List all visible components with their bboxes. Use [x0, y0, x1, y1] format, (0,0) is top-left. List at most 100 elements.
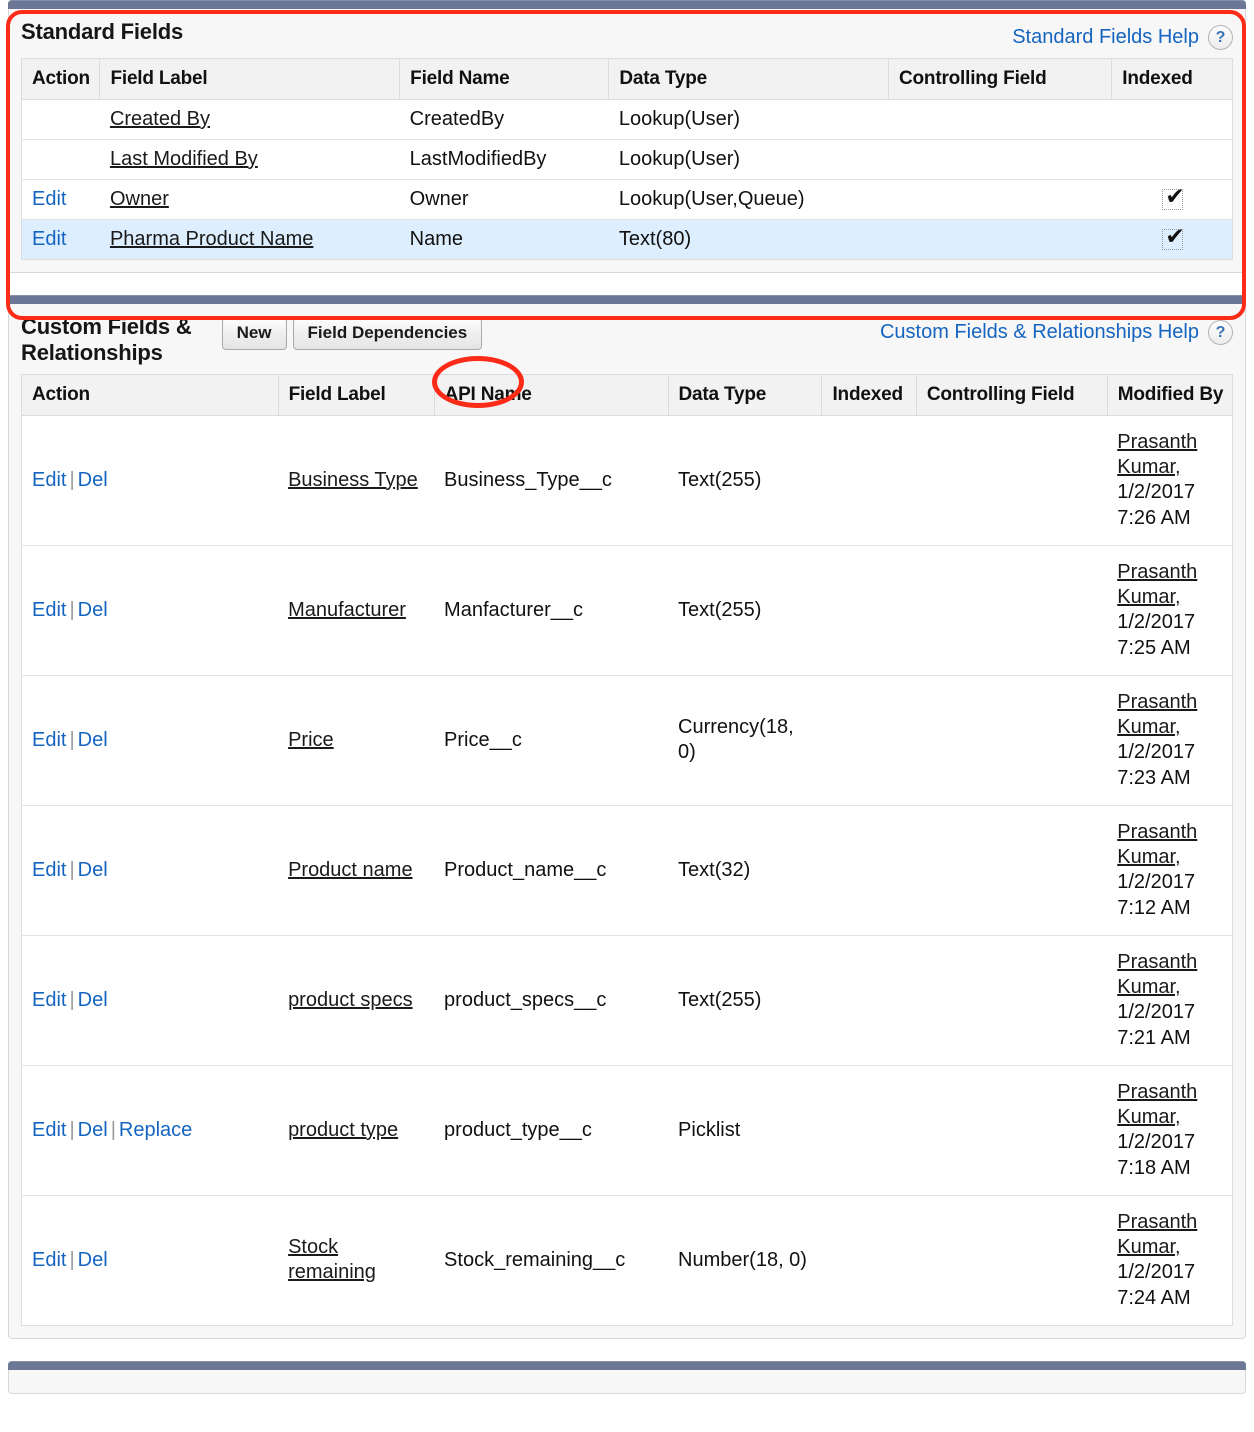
- cell-controlling-field: [888, 219, 1112, 260]
- custom-fields-header-right: Custom Fields & Relationships Help ?: [880, 314, 1233, 345]
- edit-link[interactable]: Edit: [32, 1119, 66, 1141]
- column-header-action: Action: [21, 58, 101, 100]
- field-label-link[interactable]: product type: [288, 1119, 398, 1141]
- column-header-field-name: Field Name: [399, 58, 610, 100]
- del-link[interactable]: Del: [78, 859, 108, 881]
- field-label-link[interactable]: Stock remaining: [288, 1236, 376, 1283]
- table-row: Edit | Del | Replace product type product_ty…: [21, 1065, 1233, 1196]
- cell-data-type: Text(80): [608, 219, 889, 260]
- cell-api-name: product_specs__c: [434, 935, 669, 1066]
- cell-data-type: Number(18, 0): [678, 1248, 807, 1271]
- edit-link[interactable]: Edit: [32, 729, 66, 751]
- cell-api-name: product_type__c: [434, 1065, 669, 1196]
- cell-indexed: [821, 935, 917, 1066]
- cell-controlling-field: [916, 1195, 1107, 1325]
- cell-field-name: Name: [399, 219, 609, 260]
- cell-controlling-field: [888, 139, 1112, 180]
- panel-top-bar-next: [8, 1360, 1246, 1370]
- field-label-link[interactable]: product specs: [288, 989, 413, 1011]
- question-mark-icon[interactable]: ?: [1208, 320, 1233, 345]
- table-header-row: Action Field Label API Name Data Type In…: [21, 374, 1233, 416]
- modified-by-time: 7:25 AM: [1117, 636, 1191, 659]
- cell-modified-by: Prasanth Kumar, 1/2/2017 7:12 AM: [1107, 805, 1233, 936]
- custom-fields-body: Custom Fields & Relationships New Field …: [8, 304, 1246, 1339]
- del-link[interactable]: Del: [78, 599, 108, 621]
- edit-link[interactable]: Edit: [32, 1249, 66, 1271]
- cell-data-type: Text(32): [668, 805, 822, 936]
- column-header-field-label: Field Label: [99, 58, 401, 100]
- field-label-link[interactable]: Business Type: [288, 469, 418, 491]
- edit-link[interactable]: Edit: [32, 228, 66, 250]
- modified-by-link[interactable]: Prasanth Kumar,: [1117, 431, 1197, 478]
- panel-top-bar-custom: [8, 295, 1246, 304]
- cell-indexed: [1111, 139, 1233, 180]
- action-separator: |: [69, 1118, 75, 1141]
- modified-by-link[interactable]: Prasanth Kumar,: [1117, 691, 1197, 738]
- cell-action: Edit | Del: [21, 805, 279, 936]
- field-label-link[interactable]: Created By: [110, 108, 210, 130]
- column-header-indexed: Indexed: [1111, 58, 1233, 100]
- del-link[interactable]: Del: [78, 729, 108, 751]
- field-label-link[interactable]: Owner: [110, 188, 169, 210]
- modified-by-date: 1/2/2017: [1117, 611, 1196, 634]
- standard-fields-help-link[interactable]: Standard Fields Help: [1012, 26, 1199, 49]
- cell-indexed: [821, 415, 917, 546]
- action-separator: |: [69, 598, 75, 621]
- cell-controlling-field: [916, 805, 1108, 936]
- cell-field-name: LastModifiedBy: [399, 139, 609, 180]
- replace-link[interactable]: Replace: [119, 1119, 192, 1141]
- cell-field-label: Owner: [99, 179, 400, 220]
- modified-by-time: 7:12 AM: [1117, 896, 1191, 919]
- del-link[interactable]: Del: [78, 1249, 108, 1271]
- cell-action: [21, 139, 100, 180]
- panel-gap-bottom: [0, 1339, 1254, 1361]
- del-link[interactable]: Del: [78, 989, 108, 1011]
- cell-api-name: Price__c: [434, 675, 669, 806]
- next-panel-body: [8, 1369, 1246, 1394]
- action-separator: |: [69, 468, 75, 491]
- question-mark-icon[interactable]: ?: [1208, 25, 1233, 50]
- modified-by-link[interactable]: Prasanth Kumar,: [1117, 951, 1197, 998]
- custom-fields-help-link[interactable]: Custom Fields & Relationships Help: [880, 321, 1199, 344]
- field-label-link[interactable]: Manufacturer: [288, 599, 406, 621]
- modified-by-link[interactable]: Prasanth Kumar,: [1117, 821, 1197, 868]
- new-button[interactable]: New: [221, 318, 287, 350]
- del-link[interactable]: Del: [78, 469, 108, 491]
- modified-by-link[interactable]: Prasanth Kumar,: [1117, 561, 1197, 608]
- field-label-link[interactable]: Last Modified By: [110, 148, 258, 170]
- cell-controlling-field: [888, 179, 1112, 220]
- field-label-link[interactable]: Product name: [288, 859, 413, 881]
- column-header-api-name: API Name: [434, 374, 669, 416]
- del-link[interactable]: Del: [78, 1119, 108, 1141]
- checkmark-icon: [1162, 185, 1185, 211]
- cell-indexed: [1111, 179, 1233, 220]
- field-label-link[interactable]: Pharma Product Name: [110, 228, 313, 250]
- field-dependencies-button[interactable]: Field Dependencies: [292, 318, 483, 350]
- modified-by-link[interactable]: Prasanth Kumar,: [1117, 1211, 1197, 1258]
- modified-by-date: 1/2/2017: [1117, 1131, 1196, 1154]
- standard-fields-header: Standard Fields Standard Fields Help ?: [9, 9, 1245, 58]
- action-separator: |: [69, 728, 75, 751]
- cell-modified-by: Prasanth Kumar, 1/2/2017 7:24 AM: [1107, 1195, 1232, 1325]
- edit-link[interactable]: Edit: [32, 188, 66, 210]
- edit-link[interactable]: Edit: [32, 859, 66, 881]
- next-panel-partial: [8, 1360, 1246, 1394]
- cell-indexed: [821, 545, 917, 676]
- standard-fields-panel: Standard Fields Standard Fields Help ? A…: [8, 0, 1246, 273]
- cell-data-type: Text(255): [668, 415, 822, 546]
- column-header-controlling-field: Controlling Field: [888, 58, 1113, 100]
- cell-action: Edit | Del | Replace: [21, 1065, 279, 1196]
- edit-link[interactable]: Edit: [32, 989, 66, 1011]
- field-label-link[interactable]: Price: [288, 729, 334, 751]
- edit-link[interactable]: Edit: [32, 599, 66, 621]
- edit-link[interactable]: Edit: [32, 469, 66, 491]
- table-row: Edit | Del Product name Product_name__c Te…: [21, 805, 1233, 936]
- custom-fields-table-body: Edit | Del Business Type Business_Type__c …: [21, 415, 1233, 1325]
- table-row: Edit Pharma Product Name Name Text(80): [21, 219, 1233, 260]
- cell-api-name: Manfacturer__c: [434, 545, 669, 676]
- table-row: Created By CreatedBy Lookup(User): [21, 99, 1233, 140]
- modified-by-link[interactable]: Prasanth Kumar,: [1117, 1081, 1197, 1128]
- cell-action: Edit | Del: [21, 415, 279, 546]
- cell-field-name: Owner: [399, 179, 609, 220]
- table-header-row: Action Field Label Field Name Data Type …: [21, 58, 1233, 100]
